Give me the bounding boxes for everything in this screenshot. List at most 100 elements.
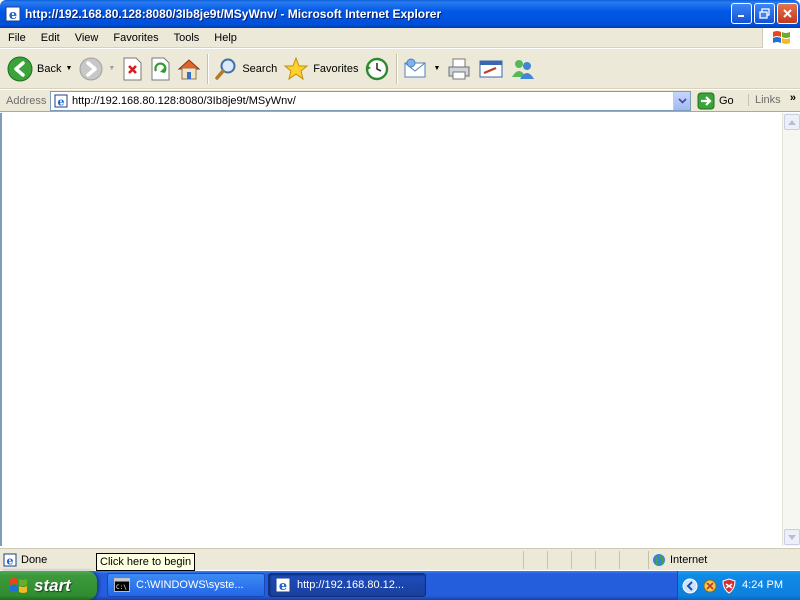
svg-text:e: e: [279, 579, 287, 593]
search-label: Search: [242, 62, 278, 75]
edit-button[interactable]: [475, 52, 507, 86]
mail-icon: [404, 58, 426, 77]
messenger-button[interactable]: [507, 52, 539, 86]
menu-favorites[interactable]: Favorites: [105, 32, 165, 44]
links-toolbar-button[interactable]: Links: [748, 94, 781, 106]
taskbar: start C:\ C:\WINDOWS\syste... e http://1…: [0, 571, 800, 600]
home-button[interactable]: [174, 52, 204, 86]
taskbar-label: C:\WINDOWS\syste...: [136, 579, 244, 591]
back-arrow-icon: [7, 56, 33, 81]
toolbar-overflow-chevron[interactable]: »: [790, 92, 796, 104]
chevron-down-icon: [788, 534, 796, 540]
toolbar-separator: [207, 53, 209, 84]
refresh-button[interactable]: [146, 52, 174, 86]
close-icon: [783, 9, 792, 18]
go-button[interactable]: Go: [697, 92, 734, 110]
window-title: http://192.168.80.128:8080/3Ib8je9t/MSyW…: [25, 7, 442, 21]
ie-icon: e: [5, 6, 21, 22]
taskbar-button-ie[interactable]: e http://192.168.80.12...: [268, 573, 426, 597]
search-button[interactable]: Search: [211, 52, 280, 86]
svg-text:C:\: C:\: [116, 584, 127, 591]
menu-bar: File Edit View Favorites Tools Help: [0, 28, 800, 48]
system-tray: 4:24 PM: [677, 571, 800, 600]
windows-logo: [762, 28, 800, 48]
close-button[interactable]: [777, 3, 798, 24]
home-icon: [178, 58, 201, 79]
zone-label: Internet: [670, 554, 708, 566]
scroll-up-button[interactable]: [784, 114, 800, 130]
page-done-icon: e: [3, 553, 17, 567]
history-icon: [366, 57, 389, 80]
back-dropdown-icon[interactable]: ▼: [65, 65, 72, 72]
status-panel: [619, 551, 648, 569]
status-panel: [571, 551, 595, 569]
chevron-down-icon: [677, 98, 687, 104]
mail-button[interactable]: ▼: [400, 52, 443, 86]
messenger-icon: [512, 59, 535, 79]
status-panel: [523, 551, 547, 569]
standard-toolbar: Back ▼ ▼ Search Favorites ▼: [0, 49, 800, 89]
favorites-star-icon: [283, 56, 309, 80]
toolbar-separator: [396, 53, 398, 84]
mail-dropdown-icon[interactable]: ▼: [433, 65, 440, 72]
go-arrow-icon: [697, 92, 715, 110]
back-button[interactable]: Back ▼: [4, 52, 75, 86]
menu-edit[interactable]: Edit: [33, 32, 67, 44]
refresh-icon: [151, 57, 170, 80]
chevron-up-icon: [788, 119, 796, 125]
forward-arrow-icon: [79, 57, 103, 80]
address-url: http://192.168.80.128:8080/3Ib8je9t/MSyW…: [72, 95, 296, 107]
page-content[interactable]: [0, 113, 782, 546]
status-text: Done: [21, 553, 48, 566]
vertical-scrollbar[interactable]: [782, 113, 800, 546]
maximize-button[interactable]: [754, 3, 775, 24]
svg-text:e: e: [7, 554, 14, 567]
maximize-icon: [759, 8, 770, 19]
security-shield-icon[interactable]: [721, 577, 737, 594]
status-panels: [523, 551, 648, 569]
svg-text:e: e: [58, 96, 65, 109]
minimize-icon: [738, 15, 744, 17]
status-panel: [547, 551, 571, 569]
history-button[interactable]: [361, 52, 393, 86]
go-label: Go: [719, 95, 734, 107]
scroll-down-button[interactable]: [784, 529, 800, 545]
start-tooltip: Click here to begin: [96, 553, 196, 571]
title-bar[interactable]: e http://192.168.80.128:8080/3Ib8je9t/MS…: [0, 0, 800, 28]
menu-file[interactable]: File: [0, 32, 33, 44]
address-dropdown-button[interactable]: [673, 92, 690, 110]
menu-tools[interactable]: Tools: [166, 32, 207, 44]
show-hidden-icons-button[interactable]: [682, 578, 698, 594]
ie-icon: e: [275, 577, 291, 593]
favorites-button[interactable]: Favorites: [280, 52, 361, 86]
menu-view[interactable]: View: [67, 32, 106, 44]
page-icon: e: [54, 94, 68, 108]
minimize-button[interactable]: [731, 3, 752, 24]
cmd-icon: C:\: [114, 578, 130, 592]
menu-help[interactable]: Help: [206, 32, 244, 44]
svg-text:e: e: [9, 8, 17, 22]
clock[interactable]: 4:24 PM: [742, 579, 783, 591]
forward-dropdown-icon: ▼: [108, 65, 116, 72]
back-label: Back: [37, 62, 62, 75]
start-button[interactable]: start: [0, 571, 97, 600]
status-panel: [595, 551, 619, 569]
security-zone[interactable]: Internet: [648, 551, 707, 569]
search-icon: [215, 58, 236, 80]
windows-flag-icon: [772, 31, 790, 44]
start-label: start: [34, 575, 71, 595]
taskbar-label: http://192.168.80.12...: [297, 579, 405, 591]
status-done: e Done: [3, 553, 47, 567]
edit-page-icon: [479, 60, 503, 77]
internet-globe-icon: [653, 554, 665, 566]
print-button[interactable]: [443, 52, 475, 86]
taskbar-button-cmd[interactable]: C:\ C:\WINDOWS\syste...: [107, 573, 265, 597]
favorites-label: Favorites: [313, 62, 359, 75]
stop-button[interactable]: [118, 52, 146, 86]
forward-button[interactable]: ▼: [75, 52, 118, 86]
stop-icon: [123, 57, 142, 80]
network-connection-icon[interactable]: [702, 578, 718, 594]
address-bar: Address e http://192.168.80.128:8080/3Ib…: [0, 90, 800, 112]
address-label: Address: [6, 94, 47, 107]
address-input[interactable]: e http://192.168.80.128:8080/3Ib8je9t/MS…: [50, 91, 691, 111]
